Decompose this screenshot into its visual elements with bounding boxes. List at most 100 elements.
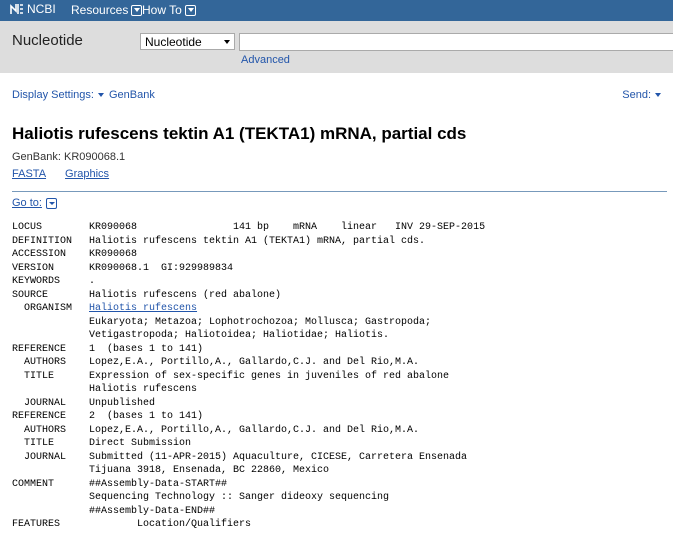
genbank-field-key: TITLE	[12, 370, 55, 382]
genbank-field-key: TITLE	[12, 438, 55, 449]
genbank-field-key	[12, 491, 89, 505]
genbank-field-value: ##Assembly-Data-END##	[89, 505, 216, 517]
page-title: Haliotis rufescens tektin A1 (TEKTA1) mR…	[12, 124, 467, 143]
search-bar: Nucleotide Nucleotide Advanced	[0, 21, 673, 73]
genbank-row: COMMENT ##Assembly-Data-START##	[12, 478, 485, 492]
display-format: GenBank	[109, 89, 155, 101]
chevron-down-icon	[131, 4, 143, 16]
go-to-menu[interactable]: Go to:	[12, 197, 57, 209]
genbank-field-key: AUTHORS	[12, 357, 67, 368]
genbank-row: ACCESSION KR090068	[12, 248, 485, 262]
genbank-field-key	[12, 329, 89, 343]
how-to-menu[interactable]: How To	[142, 3, 196, 17]
search-input[interactable]	[239, 33, 673, 51]
genbank-row: Sequencing Technology :: Sanger dideoxy …	[12, 491, 485, 505]
genbank-field-value: 2 (bases 1 to 141)	[89, 411, 204, 422]
genbank-field-key	[12, 383, 89, 397]
chevron-down-icon	[184, 4, 196, 16]
chevron-down-icon	[45, 197, 57, 209]
top-navigation-bar: NCBI Resources How To	[0, 0, 673, 21]
genbank-field-key	[12, 316, 89, 330]
genbank-row: Haliotis rufescens	[12, 383, 485, 397]
genbank-row: REFERENCE 2 (bases 1 to 141)	[12, 410, 485, 424]
ncbi-logo-icon	[10, 4, 23, 14]
genbank-field-key: SOURCE	[12, 289, 49, 301]
fasta-link[interactable]: FASTA	[12, 168, 46, 180]
go-to-label: Go to:	[12, 197, 42, 209]
genbank-row: ORGANISM Haliotis rufescens	[12, 302, 485, 316]
genbank-field-value: Expression of sex-specific genes in juve…	[89, 370, 450, 382]
genbank-field-key	[12, 505, 89, 519]
genbank-field-value: Haliotis rufescens (red abalone)	[89, 289, 282, 301]
advanced-search-link[interactable]: Advanced	[241, 54, 290, 66]
genbank-row: AUTHORS Lopez,E.A., Portillo,A., Gallardo…	[12, 424, 485, 438]
genbank-field-key: REFERENCE	[12, 343, 67, 355]
genbank-field-key: VERSION	[12, 262, 55, 274]
genbank-row: DEFINITION Haliotis rufescens tektin A1 (…	[12, 235, 485, 249]
genbank-row: KEYWORDS.	[12, 275, 485, 289]
genbank-field-value: ##Assembly-Data-START##	[89, 478, 228, 490]
database-name: Nucleotide	[12, 32, 83, 49]
genbank-field-key: AUTHORS	[12, 424, 67, 436]
genbank-row: JOURNAL Unpublished	[12, 397, 485, 411]
genbank-field-value: Location/Qualifiers	[89, 519, 252, 530]
genbank-row: Vetigastropoda; Haliotoidea; Haliotidae;…	[12, 329, 485, 343]
display-settings[interactable]: Display Settings: GenBank	[12, 89, 155, 101]
genbank-field-value: Vetigastropoda; Haliotoidea; Haliotidae;…	[89, 330, 390, 341]
genbank-field-key: LOCUS	[12, 222, 43, 233]
genbank-field-value: Haliotis rufescens	[89, 384, 198, 395]
genbank-field-value: Submitted (11-APR-2015) Aquaculture, CIC…	[89, 451, 468, 463]
chevron-down-icon	[97, 93, 104, 97]
genbank-field-value: Eukaryota; Metazoa; Lophotrochozoa; Moll…	[89, 316, 432, 328]
genbank-field-key: FEATURES	[12, 519, 61, 530]
chevron-down-icon	[655, 93, 661, 97]
send-menu[interactable]: Send:	[622, 89, 661, 101]
genbank-row: LOCUS KR090068 141 bp mRNA linear INV 29-…	[12, 221, 485, 235]
genbank-field-value: Haliotis rufescens	[89, 302, 197, 316]
genbank-field-key: ACCESSION	[12, 249, 67, 260]
genbank-field-key: DEFINITION	[12, 235, 73, 247]
genbank-row: ##Assembly-Data-END##	[12, 505, 485, 519]
genbank-field-key: KEYWORDS	[12, 276, 61, 287]
database-select-value: Nucleotide	[145, 35, 202, 49]
genbank-field-value: KR090068 141 bp mRNA linear INV 29-SEP-2…	[89, 222, 486, 233]
genbank-field-value: .	[89, 276, 96, 287]
record-accession: GenBank: KR090068.1	[12, 151, 126, 163]
genbank-field-value: Lopez,E.A., Portillo,A., Gallardo,C.J. a…	[89, 357, 420, 368]
ncbi-logo[interactable]: NCBI	[10, 2, 56, 16]
organism-link[interactable]: Haliotis rufescens	[89, 303, 197, 314]
genbank-field-value: KR090068	[89, 249, 138, 260]
genbank-row: REFERENCE 1 (bases 1 to 141)	[12, 343, 485, 357]
send-label: Send:	[622, 89, 651, 101]
database-select[interactable]: Nucleotide	[140, 33, 235, 50]
genbank-field-value: Sequencing Technology :: Sanger dideoxy …	[89, 492, 390, 503]
genbank-field-value: Haliotis rufescens tektin A1 (TEKTA1) mR…	[89, 235, 426, 247]
genbank-row: Tijuana 3918, Ensenada, BC 22860, Mexico	[12, 464, 485, 478]
genbank-field-key: REFERENCE	[12, 411, 67, 422]
logo-text: NCBI	[27, 2, 56, 16]
how-to-menu-label: How To	[142, 3, 182, 17]
genbank-row: SOURCE Haliotis rufescens (red abalone)	[12, 289, 485, 303]
resources-menu[interactable]: Resources	[71, 3, 143, 17]
dropdown-arrow-icon	[224, 40, 230, 44]
genbank-field-key	[12, 464, 89, 478]
genbank-field-key: JOURNAL	[12, 451, 67, 463]
divider	[12, 191, 667, 192]
genbank-field-value: Unpublished	[89, 397, 156, 409]
genbank-field-value: Lopez,E.A., Portillo,A., Gallardo,C.J. a…	[89, 424, 420, 436]
genbank-row: TITLE Direct Submission	[12, 437, 485, 451]
display-settings-label: Display Settings:	[12, 89, 94, 101]
resources-menu-label: Resources	[71, 3, 129, 17]
genbank-field-key: COMMENT	[12, 478, 55, 490]
genbank-row: AUTHORS Lopez,E.A., Portillo,A., Gallardo…	[12, 356, 485, 370]
format-links: FASTA Graphics	[12, 168, 109, 180]
genbank-row: VERSION KR090068.1 GI:929989834	[12, 262, 485, 276]
genbank-field-key: ORGANISM	[12, 303, 73, 314]
genbank-row: JOURNAL Submitted (11-APR-2015) Aquacultu…	[12, 451, 485, 465]
genbank-field-value: Direct Submission	[89, 438, 192, 449]
genbank-field-value: KR090068.1 GI:929989834	[89, 262, 234, 274]
genbank-flatfile: LOCUS KR090068 141 bp mRNA linear INV 29-…	[12, 221, 485, 532]
graphics-link[interactable]: Graphics	[65, 168, 109, 180]
genbank-field-value: 1 (bases 1 to 141)	[89, 343, 204, 355]
genbank-row: FEATURES Location/Qualifiers	[12, 518, 485, 532]
